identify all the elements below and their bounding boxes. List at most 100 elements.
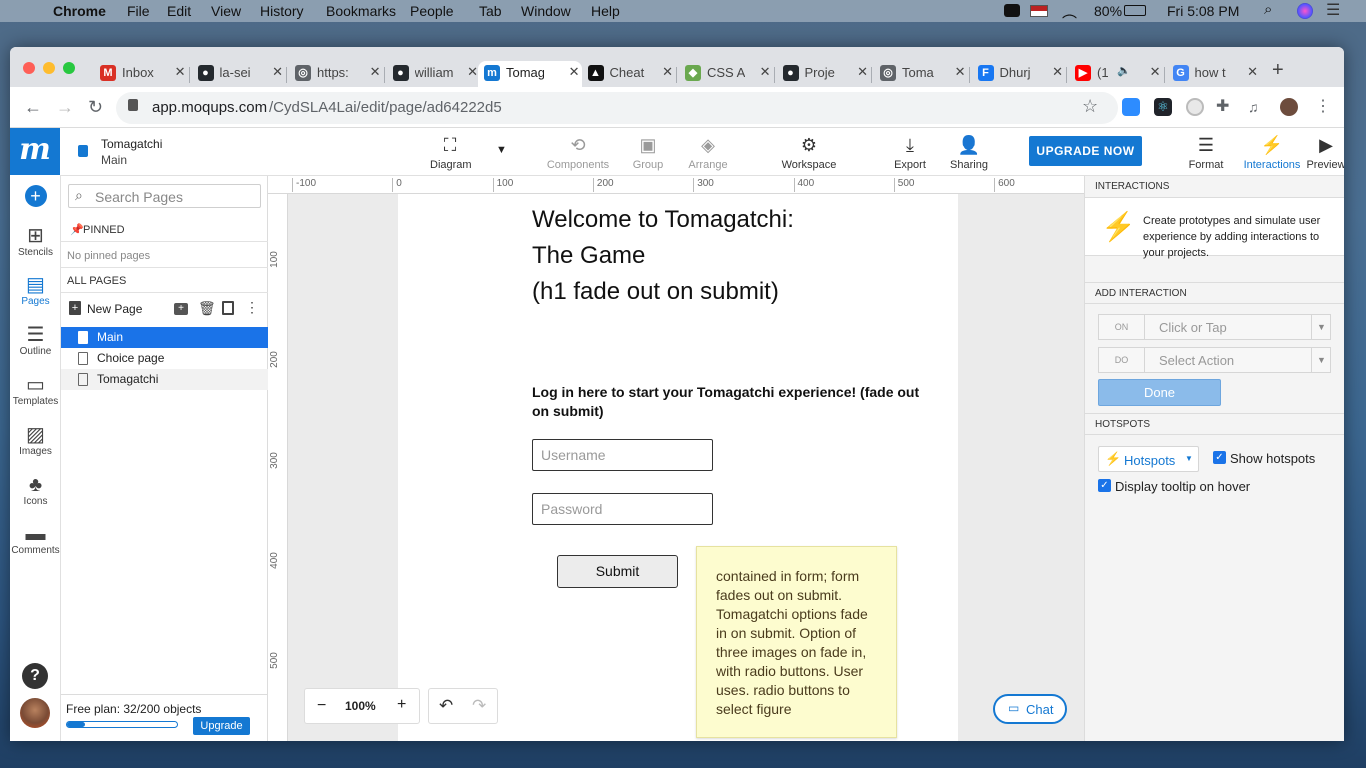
page-item-choice[interactable]: Choice page bbox=[61, 348, 268, 369]
close-tab-icon[interactable]: ✕ bbox=[370, 64, 381, 80]
design-page[interactable]: Welcome to Tomagatchi: The Game (h1 fade… bbox=[398, 194, 958, 741]
interactions-tab[interactable]: ⚡ Interactions bbox=[1240, 128, 1304, 176]
do-action-select[interactable]: DO Select Action ▼ bbox=[1098, 347, 1331, 373]
new-page-icon[interactable]: + bbox=[69, 301, 81, 315]
done-button[interactable]: Done bbox=[1098, 379, 1221, 406]
close-tab-icon[interactable]: ✕ bbox=[1247, 64, 1258, 80]
on-trigger-select[interactable]: ON Click or Tap ▼ bbox=[1098, 314, 1331, 340]
browser-tab[interactable]: F Dhurj ✕ bbox=[972, 61, 1066, 87]
close-window-icon[interactable] bbox=[23, 62, 35, 74]
zoom-in-icon[interactable]: + bbox=[397, 696, 406, 714]
profile-avatar[interactable] bbox=[1280, 98, 1298, 116]
add-button[interactable]: + bbox=[10, 185, 61, 207]
arrange-button[interactable]: ◈ Arrange bbox=[686, 128, 730, 176]
redo-icon[interactable]: ↷ bbox=[472, 696, 486, 716]
workspace-button[interactable]: ⚙ Workspace bbox=[778, 128, 840, 176]
menu-help[interactable]: Help bbox=[591, 3, 620, 19]
moqups-logo[interactable]: m bbox=[10, 128, 60, 175]
browser-tab[interactable]: ● la-sei ✕ bbox=[192, 61, 286, 87]
search-pages-field[interactable]: ⌕ Search Pages bbox=[68, 184, 261, 208]
duplicate-page-icon[interactable] bbox=[222, 301, 234, 315]
menu-view[interactable]: View bbox=[211, 3, 241, 19]
display-tooltip-checkbox[interactable]: ✓ bbox=[1098, 479, 1111, 492]
diagram-dropdown-icon[interactable]: ▼ bbox=[496, 144, 507, 156]
browser-tab[interactable]: ● Proje ✕ bbox=[777, 61, 871, 87]
menu-bookmarks[interactable]: Bookmarks bbox=[326, 3, 396, 19]
browser-tab[interactable]: ◆ CSS A ✕ bbox=[679, 61, 773, 87]
page-item-tomagatchi[interactable]: Tomagatchi bbox=[61, 369, 268, 390]
close-tab-icon[interactable]: ✕ bbox=[760, 64, 771, 80]
wifi-icon[interactable]: ︵ bbox=[1062, 1, 1077, 22]
page-item-main[interactable]: Main bbox=[61, 327, 268, 348]
browser-tab[interactable]: ◎ Toma ✕ bbox=[874, 61, 968, 87]
close-tab-icon[interactable]: ✕ bbox=[1052, 64, 1063, 80]
close-tab-icon[interactable]: ✕ bbox=[955, 64, 966, 80]
close-tab-icon[interactable]: ✕ bbox=[857, 64, 868, 80]
project-name[interactable]: Tomagatchi bbox=[101, 137, 162, 151]
rail-comments[interactable]: ▬ Comments bbox=[10, 523, 61, 556]
menu-history[interactable]: History bbox=[260, 3, 304, 19]
forward-icon[interactable]: → bbox=[56, 97, 74, 118]
rail-icons[interactable]: ♣ Icons bbox=[10, 474, 61, 507]
browser-tab[interactable]: M Inbox ✕ bbox=[94, 61, 188, 87]
close-tab-icon[interactable]: ✕ bbox=[467, 64, 478, 80]
siri-icon[interactable] bbox=[1297, 3, 1313, 19]
submit-button[interactable]: Submit bbox=[557, 555, 678, 588]
user-avatar[interactable] bbox=[20, 698, 50, 728]
reload-icon[interactable]: ↻ bbox=[88, 97, 103, 118]
chrome-menu-icon[interactable]: ⋮ bbox=[1314, 98, 1332, 116]
menu-window[interactable]: Window bbox=[521, 3, 571, 19]
menu-tab[interactable]: Tab bbox=[479, 3, 502, 19]
chat-button[interactable]: ▭ Chat bbox=[993, 694, 1067, 724]
components-button[interactable]: ⟲ Components bbox=[546, 128, 610, 176]
rail-images[interactable]: ▨ Images bbox=[10, 424, 61, 457]
hotspots-dropdown[interactable]: ⚡ Hotspots ▼ bbox=[1098, 446, 1199, 472]
group-button[interactable]: ▣ Group bbox=[628, 128, 668, 176]
rail-stencils[interactable]: ⊞ Stencils bbox=[10, 225, 61, 258]
rail-outline[interactable]: ☰ Outline bbox=[10, 324, 61, 357]
camera-icon[interactable] bbox=[1004, 4, 1020, 17]
rail-pages[interactable]: ▤ Pages bbox=[10, 274, 61, 307]
browser-tab[interactable]: ● william ✕ bbox=[387, 61, 481, 87]
upgrade-now-button[interactable]: UPGRADE NOW bbox=[1029, 136, 1142, 166]
username-input[interactable]: Username bbox=[532, 439, 713, 471]
close-tab-icon[interactable]: ✕ bbox=[175, 64, 186, 80]
spotlight-icon[interactable]: ⌕ bbox=[1264, 1, 1272, 18]
browser-tab[interactable]: ◎ https: ✕ bbox=[289, 61, 383, 87]
rail-templates[interactable]: ▭ Templates bbox=[10, 374, 61, 407]
delete-page-icon[interactable]: 🗑 bbox=[198, 300, 216, 317]
help-icon[interactable]: ? bbox=[22, 663, 48, 689]
menu-file[interactable]: File bbox=[127, 3, 150, 19]
zoom-out-icon[interactable]: − bbox=[317, 697, 326, 715]
media-control-icon[interactable]: ♫ bbox=[1248, 98, 1266, 116]
react-devtools-icon[interactable]: ⚛ bbox=[1154, 98, 1172, 116]
minimize-window-icon[interactable] bbox=[43, 62, 55, 74]
export-button[interactable]: ⤓ Export bbox=[890, 128, 930, 176]
sticky-note[interactable]: contained in form; form fades out on sub… bbox=[696, 546, 897, 738]
show-hotspots-checkbox[interactable]: ✓ bbox=[1213, 451, 1226, 464]
close-tab-icon[interactable]: ✕ bbox=[1150, 64, 1161, 80]
close-tab-icon[interactable]: ✕ bbox=[569, 64, 580, 80]
browser-tab[interactable]: ▶ (1 🔈 ✕ bbox=[1069, 61, 1163, 87]
browser-tab[interactable]: ▲ Cheat ✕ bbox=[582, 61, 676, 87]
login-subheading[interactable]: Log in here to start your Tomagatchi exp… bbox=[532, 383, 927, 421]
menu-people[interactable]: People bbox=[410, 3, 454, 19]
audio-playing-icon[interactable]: 🔈 bbox=[1117, 64, 1131, 77]
zoom-level[interactable]: 100% bbox=[345, 699, 376, 713]
browser-tab[interactable]: Ghow t ✕ bbox=[1167, 61, 1261, 87]
project-lock-icon[interactable] bbox=[78, 145, 88, 157]
undo-icon[interactable]: ↶ bbox=[439, 696, 453, 716]
new-tab-icon[interactable]: + bbox=[1272, 59, 1284, 82]
menu-clock[interactable]: Fri 5:08 PM bbox=[1167, 3, 1239, 19]
upgrade-button[interactable]: Upgrade bbox=[193, 717, 250, 735]
notification-center-icon[interactable]: ☰ bbox=[1326, 0, 1340, 20]
battery-icon[interactable] bbox=[1124, 5, 1146, 16]
preview-tab[interactable]: ▶ Preview bbox=[1306, 128, 1344, 176]
password-input[interactable]: Password bbox=[532, 493, 713, 525]
extension-icon[interactable] bbox=[1186, 98, 1204, 116]
flag-icon[interactable] bbox=[1030, 5, 1048, 17]
browser-tab[interactable]: m Tomag ✕ bbox=[478, 61, 582, 87]
diagram-button[interactable]: ⛶ Diagram bbox=[430, 128, 472, 176]
close-tab-icon[interactable]: ✕ bbox=[272, 64, 283, 80]
menu-app-name[interactable]: Chrome bbox=[53, 3, 106, 19]
